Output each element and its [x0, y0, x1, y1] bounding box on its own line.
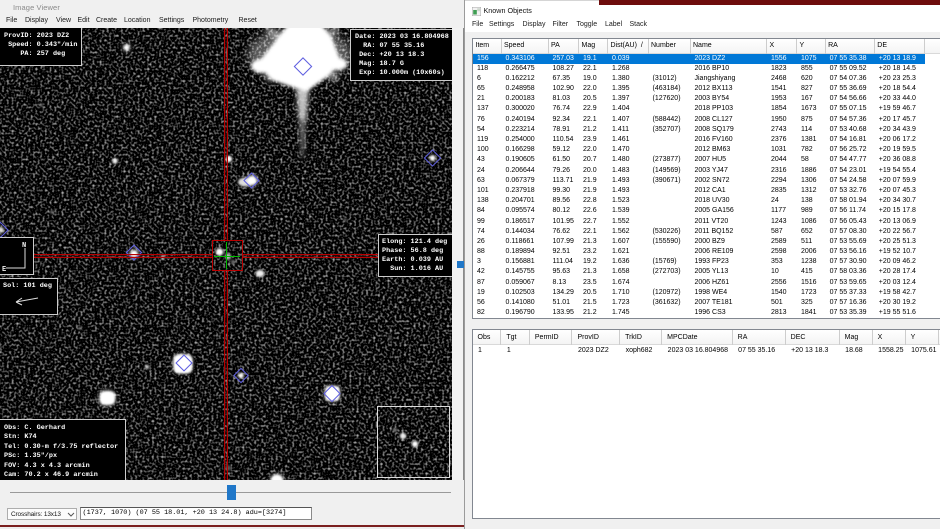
svg-text:E: E	[2, 266, 6, 274]
svg-text:N: N	[22, 242, 26, 250]
